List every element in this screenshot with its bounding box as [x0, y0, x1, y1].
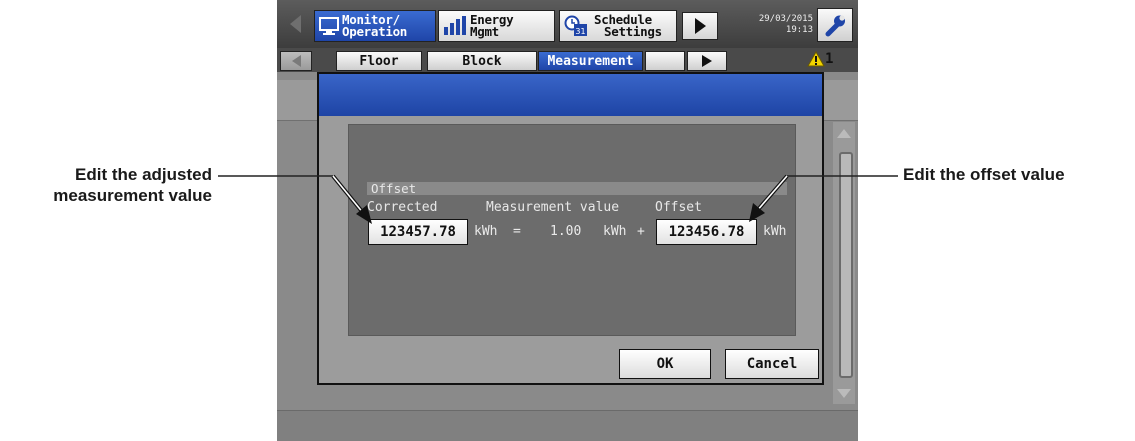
callout-left-line2: measurement value: [53, 186, 212, 205]
date-text: 29/03/2015: [758, 14, 813, 24]
tab-empty[interactable]: [645, 51, 685, 71]
cancel-button[interactable]: Cancel: [725, 349, 819, 379]
background-footer: [277, 410, 858, 441]
settings-button[interactable]: [817, 8, 853, 42]
corrected-unit: kWh: [474, 224, 498, 239]
offset-label: Offset: [655, 200, 702, 215]
tab-next-arrow-icon[interactable]: [687, 51, 727, 71]
alarm-count: 1: [825, 51, 834, 67]
offset-value-field[interactable]: 123456.78: [656, 219, 757, 245]
measurement-value-text: 1.00: [550, 224, 582, 239]
equals-sign: =: [513, 224, 521, 239]
menu-next-arrow-icon[interactable]: [682, 12, 718, 40]
time-text: 19:13: [785, 25, 813, 35]
offset-section-header: Offset: [367, 182, 787, 195]
datetime-display: 29/03/2015 19:13: [719, 14, 813, 42]
menu-energy-mgmt-button[interactable]: Energy Mgmt: [438, 10, 555, 42]
menu-energy-line2: Mgmt: [470, 24, 499, 39]
monitor-icon: [319, 17, 339, 35]
menu-schedule-line2: Settings: [604, 24, 662, 39]
scrollbar[interactable]: [833, 122, 855, 404]
corrected-label: Corrected: [367, 200, 438, 215]
dialog-title-bar: [319, 74, 822, 116]
plus-sign: +: [637, 224, 645, 239]
menu-monitor-operation-button[interactable]: Monitor/Operation: [314, 10, 436, 42]
callout-edit-offset: Edit the offset value: [903, 165, 1065, 184]
measurement-value-label: Measurement value: [486, 200, 620, 215]
menu-monitor-line2: Operation: [342, 24, 408, 39]
menu-prev-arrow-icon[interactable]: [280, 8, 310, 40]
scroll-down-arrow-icon[interactable]: [833, 382, 855, 404]
scroll-track[interactable]: [839, 152, 853, 378]
tab-prev-arrow-icon[interactable]: [280, 51, 312, 71]
measurement-unit: kWh: [603, 224, 627, 239]
ok-button[interactable]: OK: [619, 349, 711, 379]
callout-left-line1: Edit the adjusted: [75, 165, 212, 184]
tab-block[interactable]: Block: [427, 51, 537, 71]
wrench-icon: [825, 15, 845, 37]
tab-floor[interactable]: Floor: [336, 51, 422, 71]
warning-icon: [807, 51, 825, 67]
svg-text:31: 31: [575, 27, 585, 36]
dialog-content-panel: Offset Corrected Measurement value Offse…: [348, 124, 796, 336]
top-menu-bar: Monitor/Operation Energy Mgmt 31 Schedule…: [277, 0, 858, 48]
tab-bar: Floor Block Measurement: [277, 48, 858, 72]
offset-unit: kWh: [763, 224, 787, 239]
controller-screen: Monitor/Operation Energy Mgmt 31 Schedule…: [277, 0, 858, 441]
tab-measurement[interactable]: Measurement: [538, 51, 643, 71]
bar-chart-icon: [444, 16, 466, 35]
offset-dialog: Offset Corrected Measurement value Offse…: [317, 72, 824, 385]
scroll-up-arrow-icon[interactable]: [833, 122, 855, 144]
corrected-value-field[interactable]: 123457.78: [368, 219, 468, 245]
alarm-indicator[interactable]: 1: [807, 51, 833, 67]
menu-schedule-settings-button[interactable]: 31 Schedule Settings: [559, 10, 677, 42]
calendar-clock-icon: 31: [564, 15, 587, 36]
callout-edit-adjusted-measurement: Edit the adjusted measurement value: [0, 164, 212, 206]
